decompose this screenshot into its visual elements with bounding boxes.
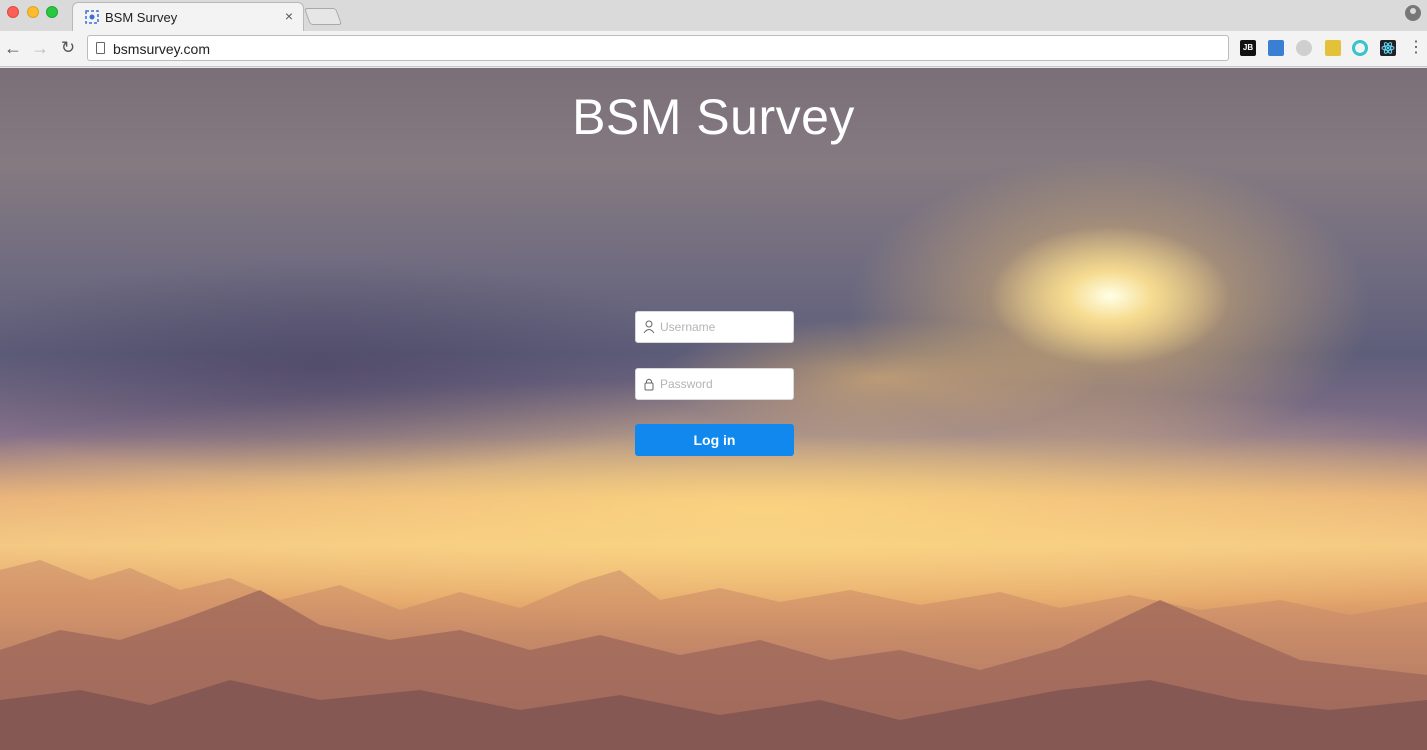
page-info-icon[interactable] [96,42,105,54]
tab-title: BSM Survey [105,10,178,25]
password-input[interactable] [660,369,788,399]
grey-extension-icon[interactable] [1296,40,1312,56]
dropper-extension-icon[interactable] [1325,40,1341,56]
forward-arrow-icon[interactable]: → [30,38,50,58]
page-title: BSM Survey [572,89,855,145]
window-close-button[interactable] [7,6,19,18]
blue-extension-icon[interactable] [1268,40,1284,56]
circle-extension-icon[interactable] [1352,40,1368,56]
mountain-silhouette [0,560,1427,750]
password-field[interactable] [635,368,794,400]
username-field[interactable] [635,311,794,343]
browser-toolbar: ← → ↻ bsmsurvey.com JB ⋮ [0,31,1427,67]
back-arrow-icon[interactable]: ← [3,38,23,58]
lock-icon [644,378,654,391]
reload-icon[interactable]: ↻ [58,38,78,58]
browser-menu-icon[interactable]: ⋮ [1408,39,1424,57]
site-favicon-icon [85,10,99,24]
react-devtools-icon[interactable] [1380,40,1396,56]
tab-strip: BSM Survey × [0,0,1427,31]
profile-icon[interactable] [1405,5,1421,21]
jetbrains-icon[interactable]: JB [1240,40,1256,56]
user-icon [643,320,655,334]
window-maximize-button[interactable] [46,6,58,18]
address-bar[interactable]: bsmsurvey.com [87,35,1229,61]
login-button[interactable]: Log in [635,424,794,456]
url-text[interactable]: bsmsurvey.com [113,41,210,57]
browser-tab[interactable]: BSM Survey × [72,2,304,31]
window-minimize-button[interactable] [27,6,39,18]
new-tab-button[interactable] [303,8,343,25]
username-input[interactable] [660,312,788,342]
tab-close-icon[interactable]: × [285,9,293,23]
page-background: BSM Survey Log in [0,68,1427,750]
